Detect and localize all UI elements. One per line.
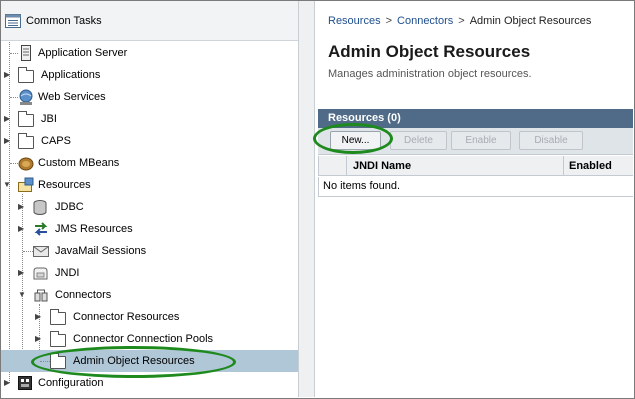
collapse-arrow-icon[interactable]: ▼ — [18, 291, 26, 299]
page-title: Admin Object Resources — [328, 42, 531, 61]
tree-item-label: CAPS — [41, 135, 71, 147]
tree-item-label: Application Server — [38, 47, 128, 59]
expand-arrow-icon[interactable]: ▶ — [35, 335, 43, 343]
jms-icon — [34, 222, 48, 236]
column-header-enabled[interactable]: Enabled — [569, 156, 612, 176]
content-pane: Resources > Connectors > Admin Object Resour… — [313, 1, 633, 397]
table-title: Resources (0) — [318, 109, 633, 128]
tree-item-label: Connector Connection Pools — [73, 333, 214, 345]
breadcrumb: Resources > Connectors > Admin Object Resour… — [328, 15, 591, 27]
folder-icon — [18, 111, 34, 127]
folder-icon — [50, 353, 66, 369]
tree-item-label: JNDI — [55, 267, 80, 279]
breadcrumb-separator: > — [385, 15, 393, 27]
tree-item-admin-object-resources[interactable]: Admin Object Resources — [1, 350, 298, 372]
expand-arrow-icon[interactable]: ▶ — [4, 379, 12, 387]
database-icon — [33, 200, 47, 215]
tree-item-caps[interactable]: ▶ CAPS — [1, 130, 298, 152]
table-actions-bar: New... Delete Enable Disable — [318, 128, 633, 155]
tree-item-resources[interactable]: ▼ Resources — [1, 174, 298, 196]
tree-item-connector-resources[interactable]: ▶ Connector Resources — [1, 306, 298, 328]
tree-item-label: JMS Resources — [55, 223, 133, 235]
tree-item-label: Resources — [38, 179, 91, 191]
tree-item-custom-mbeans[interactable]: Custom MBeans — [1, 152, 298, 174]
server-icon — [21, 45, 31, 61]
expand-arrow-icon[interactable]: ▶ — [4, 115, 12, 123]
configuration-icon — [18, 376, 32, 390]
tree-item-label: Applications — [41, 69, 101, 81]
tree-item-label: Configuration — [38, 377, 104, 389]
tree-item-label: Web Services — [38, 91, 106, 103]
tree-item-label: JBI — [41, 113, 57, 125]
connectors-icon — [34, 289, 48, 302]
enable-button[interactable]: Enable — [451, 131, 511, 150]
expand-arrow-icon[interactable]: ▶ — [18, 269, 26, 277]
tree-item-jms-resources[interactable]: ▶ JMS Resources — [1, 218, 298, 240]
tree-item-label: Connector Resources — [73, 311, 180, 323]
web-services-icon — [19, 89, 33, 105]
empty-message: No items found. — [323, 180, 401, 192]
resources-icon — [18, 177, 34, 192]
tree-item-jdbc[interactable]: ▶ JDBC — [1, 196, 298, 218]
tree-item-web-services[interactable]: Web Services — [1, 86, 298, 108]
page-description: Manages administration object resources. — [328, 68, 532, 80]
mbean-icon — [18, 157, 34, 171]
table-empty-row: No items found. — [318, 177, 633, 197]
expand-arrow-icon[interactable]: ▶ — [4, 137, 12, 145]
tree-item-label: JDBC — [55, 201, 84, 213]
tree-item-label: Connectors — [55, 289, 112, 301]
mail-icon — [33, 246, 49, 257]
delete-button[interactable]: Delete — [390, 131, 447, 150]
tree-item-application-server[interactable]: Application Server — [1, 42, 298, 64]
tree-item-connectors[interactable]: ▼ Connectors — [1, 284, 298, 306]
common-tasks-label: Common Tasks — [26, 14, 102, 27]
navigation-tree-pane: Common Tasks Application Server ▶ Applic… — [1, 1, 298, 397]
folder-icon — [18, 133, 34, 149]
table-header-row: JNDI Name Enabled — [318, 156, 633, 176]
column-header-jndi-name[interactable]: JNDI Name — [353, 156, 411, 176]
folder-icon — [50, 309, 66, 325]
common-tasks-header[interactable]: Common Tasks — [1, 1, 298, 41]
jndi-icon — [33, 267, 48, 280]
folder-icon — [18, 67, 34, 83]
breadcrumb-link-resources[interactable]: Resources — [328, 15, 381, 27]
disable-button[interactable]: Disable — [519, 131, 583, 150]
breadcrumb-current: Admin Object Resources — [469, 15, 592, 27]
expand-arrow-icon[interactable]: ▶ — [18, 225, 26, 233]
list-icon — [5, 13, 21, 28]
tree-item-jbi[interactable]: ▶ JBI — [1, 108, 298, 130]
tree-item-connector-connection-pools[interactable]: ▶ Connector Connection Pools — [1, 328, 298, 350]
folder-icon — [50, 331, 66, 347]
tree-item-label: JavaMail Sessions — [55, 245, 147, 257]
breadcrumb-separator: > — [458, 15, 465, 27]
tree-item-applications[interactable]: ▶ Applications — [1, 64, 298, 86]
tree-item-label: Admin Object Resources — [73, 355, 195, 367]
expand-arrow-icon[interactable]: ▶ — [35, 313, 43, 321]
tree-item-label: Custom MBeans — [38, 157, 120, 169]
collapse-arrow-icon[interactable]: ▼ — [3, 181, 11, 189]
expand-arrow-icon[interactable]: ▶ — [18, 203, 26, 211]
breadcrumb-link-connectors[interactable]: Connectors — [397, 15, 453, 27]
tree-item-jndi[interactable]: ▶ JNDI — [1, 262, 298, 284]
pane-splitter[interactable] — [298, 1, 315, 397]
tree-item-javamail-sessions[interactable]: JavaMail Sessions — [1, 240, 298, 262]
expand-arrow-icon[interactable]: ▶ — [4, 71, 12, 79]
new-button[interactable]: New... — [330, 131, 381, 150]
tree-item-configuration[interactable]: ▶ Configuration — [1, 372, 298, 394]
